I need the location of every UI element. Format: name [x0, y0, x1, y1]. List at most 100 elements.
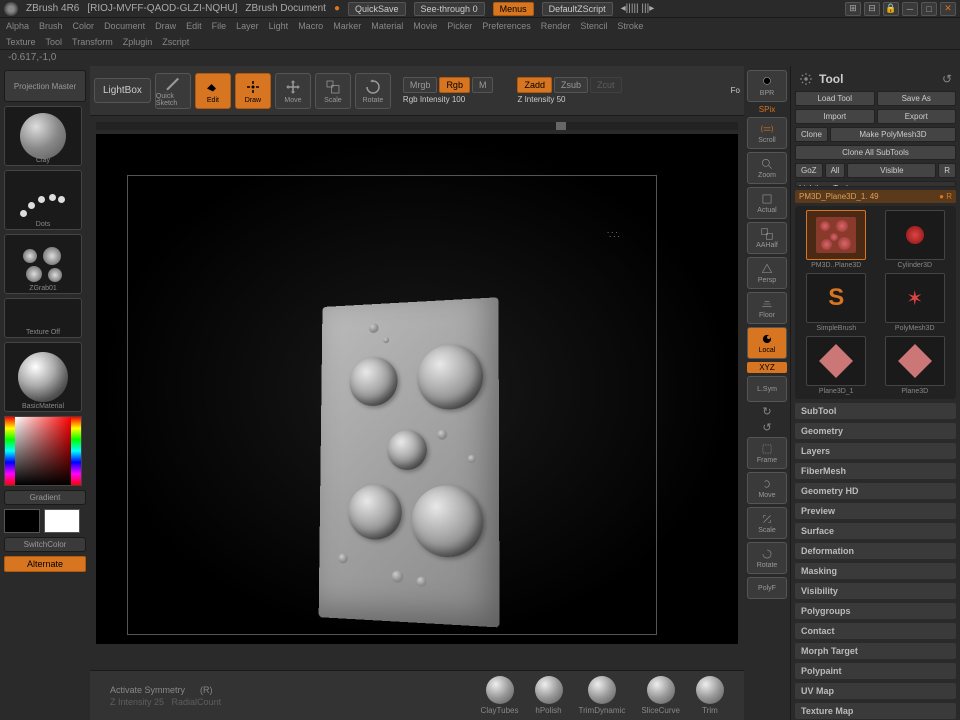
menu-texture[interactable]: Texture	[6, 37, 36, 47]
section-preview[interactable]: Preview	[795, 503, 956, 519]
menu-picker[interactable]: Picker	[447, 21, 472, 31]
scroll-button[interactable]: Scroll	[747, 117, 787, 149]
section-texture-map[interactable]: Texture Map	[795, 703, 956, 719]
section-geometry-hd[interactable]: Geometry HD	[795, 483, 956, 499]
projection-master-button[interactable]: Projection Master	[4, 70, 86, 102]
menu-transform[interactable]: Transform	[72, 37, 113, 47]
actual-button[interactable]: Actual	[747, 187, 787, 219]
tool-plane3d-1[interactable]	[806, 336, 866, 386]
section-fibermesh[interactable]: FiberMesh	[795, 463, 956, 479]
aahalf-button[interactable]: AAHalf	[747, 222, 787, 254]
scale-button[interactable]: Scale	[315, 73, 351, 109]
polyf-button[interactable]: PolyF	[747, 577, 787, 599]
load-tool-button[interactable]: Load Tool	[795, 91, 875, 106]
menu-brush[interactable]: Brush	[39, 21, 63, 31]
menu-file[interactable]: File	[212, 21, 227, 31]
menu-zscript[interactable]: Zscript	[162, 37, 189, 47]
nav-scale-button[interactable]: Scale	[747, 507, 787, 539]
menu-stencil[interactable]: Stencil	[580, 21, 607, 31]
floor-button[interactable]: Floor	[747, 292, 787, 324]
brush-claytubes[interactable]: ClayTubes	[481, 676, 519, 715]
z-intensity-slider[interactable]: Z Intensity 50	[517, 95, 621, 104]
move-button[interactable]: Move	[275, 73, 311, 109]
rgb-button[interactable]: Rgb	[439, 77, 470, 93]
menu-alpha[interactable]: Alpha	[6, 21, 29, 31]
goz-all-button[interactable]: All	[825, 163, 846, 178]
stroke-thumbnail[interactable]: Dots	[4, 170, 82, 230]
goz-visible-button[interactable]: Visible	[847, 163, 936, 178]
zoom-button[interactable]: Zoom	[747, 152, 787, 184]
rgb-intensity-slider[interactable]: Rgb Intensity 100	[403, 95, 494, 104]
gear-icon[interactable]	[799, 72, 813, 86]
draw-button[interactable]: Draw	[235, 73, 271, 109]
default-zscript-button[interactable]: DefaultZScript	[542, 2, 613, 16]
menu-movie[interactable]: Movie	[413, 21, 437, 31]
section-visibility[interactable]: Visibility	[795, 583, 956, 599]
mrgb-button[interactable]: Mrgb	[403, 77, 438, 93]
make-polymesh-button[interactable]: Make PolyMesh3D	[830, 127, 956, 142]
sculpt-model[interactable]	[319, 297, 500, 627]
menu-light[interactable]: Light	[269, 21, 289, 31]
alpha-thumbnail[interactable]: ZGrab01	[4, 234, 82, 294]
section-surface[interactable]: Surface	[795, 523, 956, 539]
menu-zplugin[interactable]: Zplugin	[123, 37, 153, 47]
gradient-button[interactable]: Gradient	[4, 490, 86, 505]
swatch-white[interactable]	[44, 509, 80, 533]
swatch-black[interactable]	[4, 509, 40, 533]
current-tool-name[interactable]: PM3D_Plane3D_1. 49● R	[795, 190, 956, 203]
focal-label[interactable]: Fo	[731, 86, 740, 95]
m-button[interactable]: M	[472, 77, 494, 93]
tool-polymesh3d[interactable]: ✶	[885, 273, 945, 323]
color-picker[interactable]	[4, 416, 82, 486]
menu-layer[interactable]: Layer	[236, 21, 259, 31]
rotate-button[interactable]: Rotate	[355, 73, 391, 109]
layout-2-icon[interactable]: ⊟	[864, 2, 880, 16]
lightbox-button[interactable]: LightBox	[94, 78, 151, 103]
goz-r-button[interactable]: R	[938, 163, 956, 178]
menu-color[interactable]: Color	[73, 21, 95, 31]
persp-button[interactable]: Persp	[747, 257, 787, 289]
brush-hpolish[interactable]: hPolish	[535, 676, 563, 715]
layout-1-icon[interactable]: ⊞	[845, 2, 861, 16]
section-deformation[interactable]: Deformation	[795, 543, 956, 559]
switch-color-button[interactable]: SwitchColor	[4, 537, 86, 552]
menu-tool[interactable]: Tool	[46, 37, 63, 47]
zadd-button[interactable]: Zadd	[517, 77, 552, 93]
minimize-icon[interactable]: ─	[902, 2, 918, 16]
rotate-ccw-icon[interactable]: ↺	[762, 421, 771, 434]
section-subtool[interactable]: SubTool	[795, 403, 956, 419]
section-masking[interactable]: Masking	[795, 563, 956, 579]
tool-cylinder3d[interactable]	[885, 210, 945, 260]
menus-button[interactable]: Menus	[493, 2, 534, 16]
alternate-button[interactable]: Alternate	[4, 556, 86, 572]
brush-trimdynamic[interactable]: TrimDynamic	[579, 676, 626, 715]
save-as-button[interactable]: Save As	[877, 91, 957, 106]
section-layers[interactable]: Layers	[795, 443, 956, 459]
material-thumbnail[interactable]: BasicMaterial	[4, 342, 82, 412]
section-contact[interactable]: Contact	[795, 623, 956, 639]
frame-button[interactable]: Frame	[747, 437, 787, 469]
viewport[interactable]: ∵∴	[96, 134, 738, 644]
menu-marker[interactable]: Marker	[333, 21, 361, 31]
section-morph-target[interactable]: Morph Target	[795, 643, 956, 659]
goz-button[interactable]: GoZ	[795, 163, 823, 178]
menu-edit[interactable]: Edit	[186, 21, 202, 31]
zcut-button[interactable]: Zcut	[590, 77, 622, 93]
texture-thumbnail[interactable]: Texture Off	[4, 298, 82, 338]
brush-trim[interactable]: Trim	[696, 676, 724, 715]
menu-draw[interactable]: Draw	[155, 21, 176, 31]
clone-all-subtools-button[interactable]: Clone All SubTools	[795, 145, 956, 160]
timeline-slider[interactable]	[96, 122, 738, 130]
edit-button[interactable]: Edit	[195, 73, 231, 109]
close-icon[interactable]: ✕	[940, 2, 956, 16]
quick-sketch-button[interactable]: Quick Sketch	[155, 73, 191, 109]
menu-document[interactable]: Document	[104, 21, 145, 31]
lock-icon[interactable]: 🔒	[883, 2, 899, 16]
tool-simplebrush[interactable]: S	[806, 273, 866, 323]
brush-slicecurve[interactable]: SliceCurve	[641, 676, 680, 715]
rotate-cw-icon[interactable]: ↻	[762, 405, 771, 418]
quicksave-button[interactable]: QuickSave	[348, 2, 406, 16]
local-button[interactable]: Local	[747, 327, 787, 359]
nav-move-button[interactable]: Move	[747, 472, 787, 504]
zsub-button[interactable]: Zsub	[554, 77, 588, 93]
